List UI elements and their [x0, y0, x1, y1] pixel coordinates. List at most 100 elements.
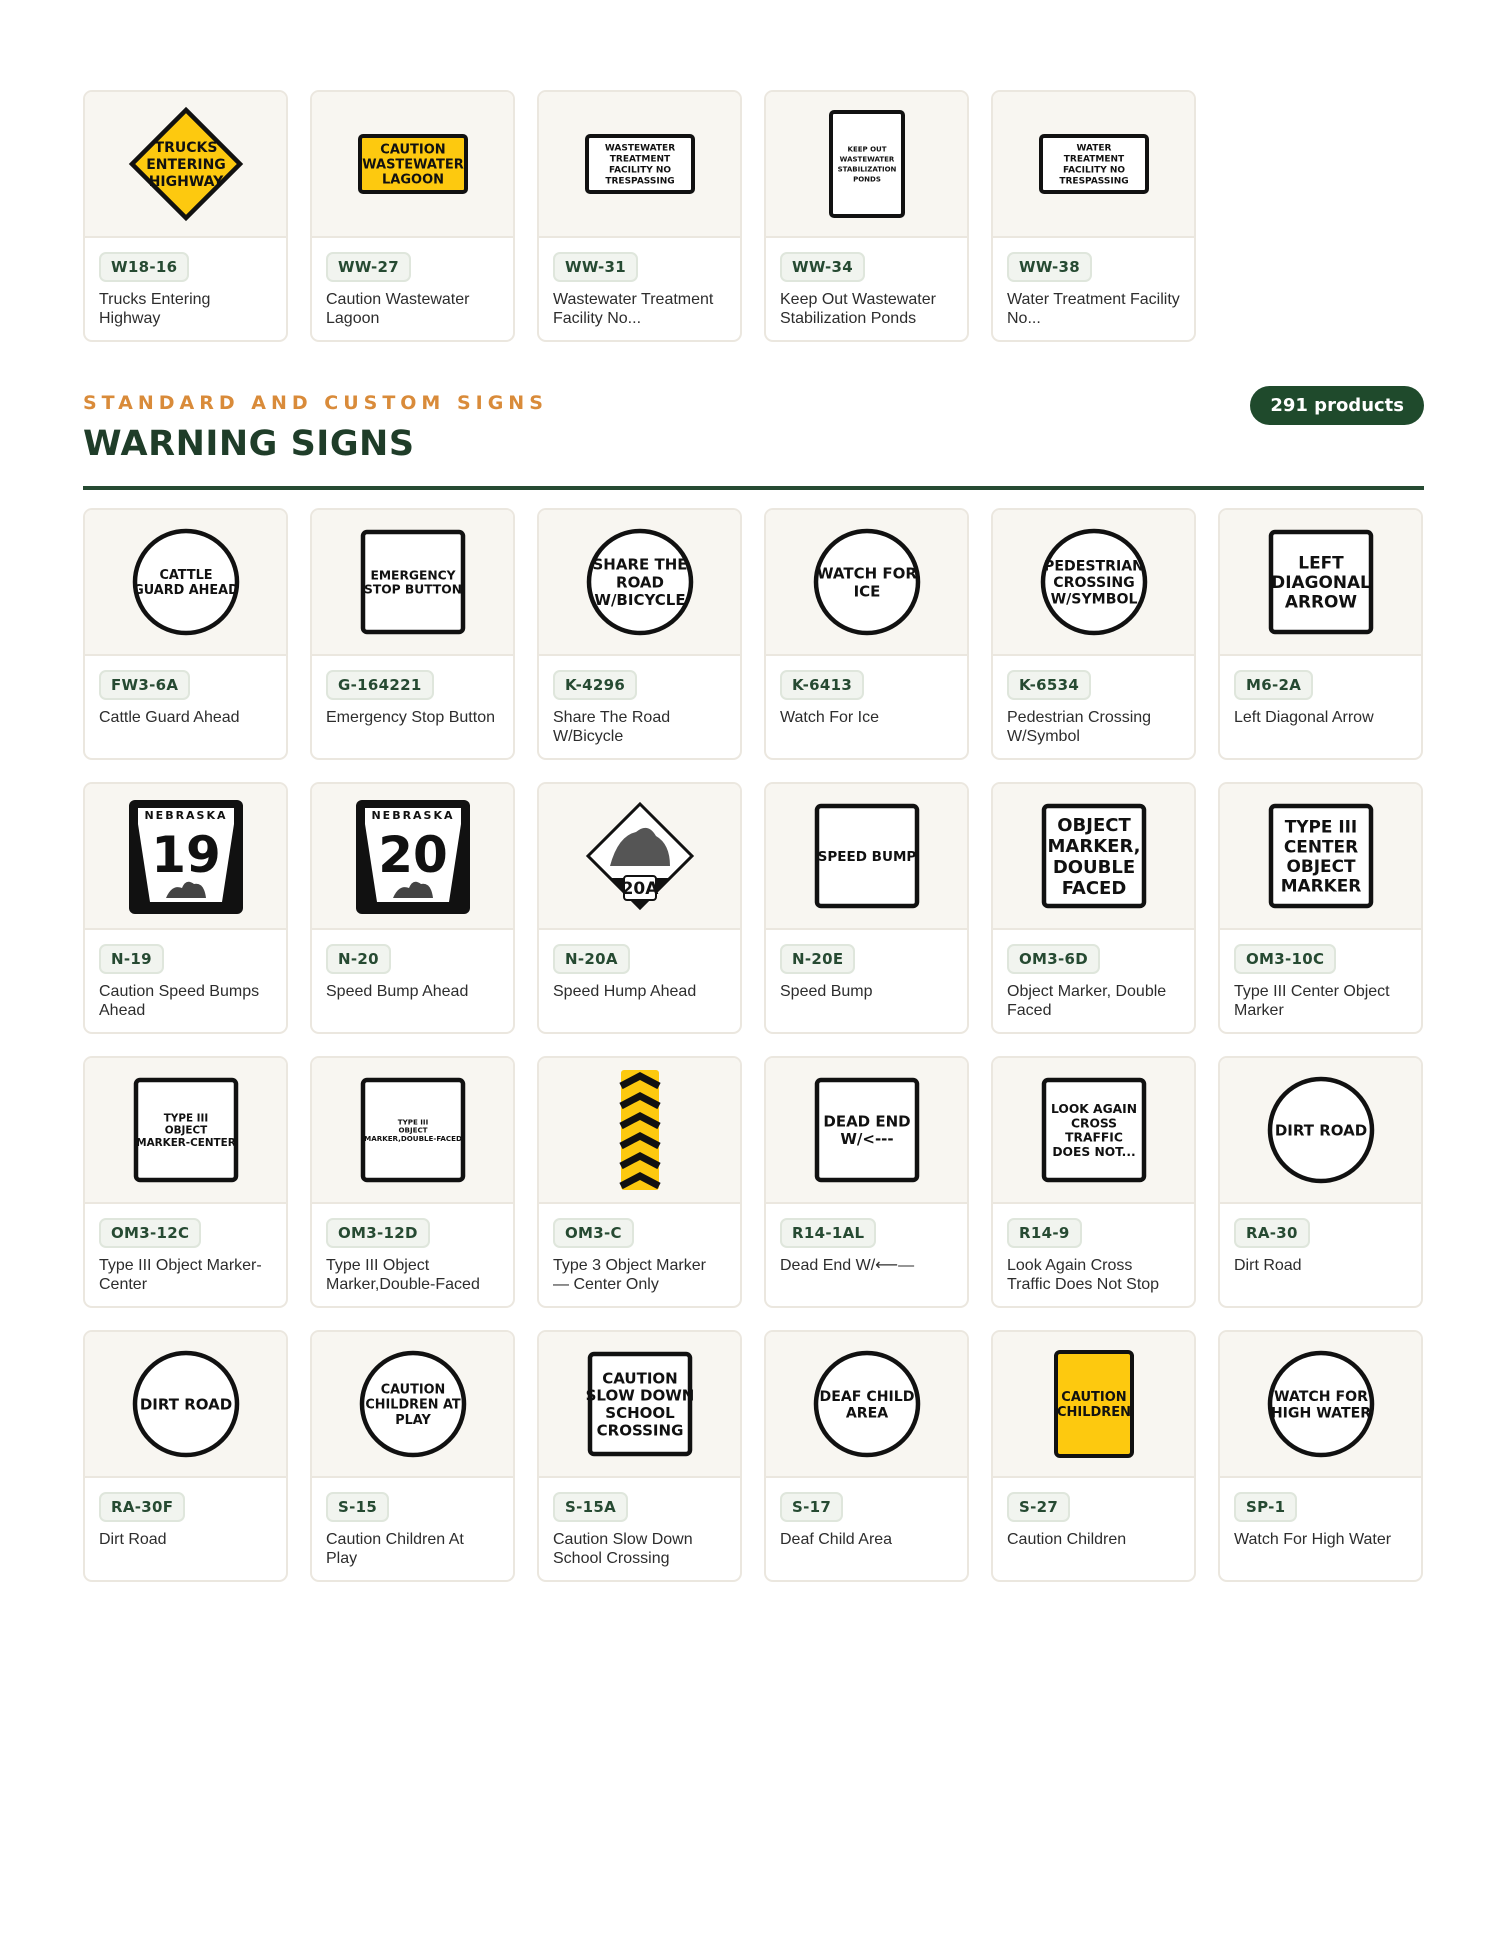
product-title[interactable]: Look Again Cross Traffic Does Not Stop: [1007, 1256, 1180, 1294]
product-code-badge: WW-38: [1007, 252, 1093, 282]
product-thumbnail[interactable]: CAUTION WASTEWATER LAGOON: [312, 92, 513, 238]
product-card[interactable]: EMERGENCY STOP BUTTON G-164221 Emergency St…: [310, 508, 515, 760]
product-thumbnail[interactable]: DIRT ROAD: [85, 1332, 286, 1478]
product-title[interactable]: Type III Center Object Marker: [1234, 982, 1407, 1020]
product-title[interactable]: Dead End W/⟵—: [780, 1256, 953, 1275]
product-thumbnail[interactable]: NEBRASKA 20: [312, 784, 513, 930]
product-thumbnail[interactable]: CATTLE GUARD AHEAD: [85, 510, 286, 656]
product-info: S-17 Deaf Child Area: [766, 1478, 967, 1549]
product-card[interactable]: KEEP OUT WASTEWATER STABILIZATION PONDS WW-3…: [764, 90, 969, 342]
product-card[interactable]: WATER TREATMENT FACILITY NO TRESPASSING WW-3…: [991, 90, 1196, 342]
product-code-badge: OM3-12C: [99, 1218, 202, 1248]
product-thumbnail[interactable]: WASTEWATER TREATMENT FACILITY NO TRESPASSIN…: [539, 92, 740, 238]
product-title[interactable]: Keep Out Wastewater Stabilization Ponds: [780, 290, 953, 328]
product-card[interactable]: SHARE THE ROAD W/BICYCLE K-4296 Share The Ro…: [537, 508, 742, 760]
product-thumbnail[interactable]: DEAF CHILD AREA: [766, 1332, 967, 1478]
product-thumbnail[interactable]: TYPE III OBJECT MARKER-CENTER: [85, 1058, 286, 1204]
product-title[interactable]: Share The Road W/Bicycle: [553, 708, 726, 746]
product-thumbnail[interactable]: LOOK AGAIN CROSS TRAFFIC DOES NOT...: [993, 1058, 1194, 1204]
sign-image: LOOK AGAINCROSSTRAFFICDOES NOT...: [1041, 1077, 1146, 1183]
product-thumbnail[interactable]: 20A: [539, 784, 740, 930]
product-thumbnail[interactable]: DIRT ROAD: [1220, 1058, 1421, 1204]
product-title[interactable]: Caution Slow Down School Crossing: [553, 1530, 726, 1568]
product-thumbnail[interactable]: EMERGENCY STOP BUTTON: [312, 510, 513, 656]
product-card[interactable]: TYPE III OBJECT MARKER,DOUBLE-FACED OM3-12D…: [310, 1056, 515, 1308]
product-card[interactable]: CAUTION WASTEWATER LAGOON WW-27 Caution Wast…: [310, 90, 515, 342]
product-card[interactable]: NEBRASKA 20 N-20 Speed Bump Ahead: [310, 782, 515, 1034]
product-thumbnail[interactable]: OBJECT MARKER, DOUBLE FACED: [993, 784, 1194, 930]
product-info: WW-38 Water Treatment Facility No...: [993, 238, 1194, 328]
product-card[interactable]: PEDESTRIAN CROSSING W/SYMBOL K-6534 Pedestri…: [991, 508, 1196, 760]
product-thumbnail[interactable]: LEFT DIAGONAL ARROW: [1220, 510, 1421, 656]
product-card[interactable]: OBJECT MARKER, DOUBLE FACED OM3-6D Object Mar…: [991, 782, 1196, 1034]
product-code-badge: W18-16: [99, 252, 190, 282]
product-thumbnail[interactable]: TYPE III CENTER OBJECT MARKER: [1220, 784, 1421, 930]
product-thumbnail[interactable]: WATCH FOR ICE: [766, 510, 967, 656]
product-code-badge: WW-27: [326, 252, 412, 282]
product-title[interactable]: Pedestrian Crossing W/Symbol: [1007, 708, 1180, 746]
product-card[interactable]: 20A N-20A Speed Hump Ahead: [537, 782, 742, 1034]
product-thumbnail[interactable]: WATCH FOR HIGH WATER: [1220, 1332, 1421, 1478]
product-title[interactable]: Trucks Entering Highway: [99, 290, 272, 328]
rect-sign-text: TREATMENT: [609, 155, 670, 165]
product-card[interactable]: DEAF CHILD AREA S-17 Deaf Child Area: [764, 1330, 969, 1582]
product-title[interactable]: Object Marker, Double Faced: [1007, 982, 1180, 1020]
product-title[interactable]: Dirt Road: [1234, 1256, 1407, 1275]
product-card[interactable]: CAUTION CHILDREN AT PLAY S-15 Caution Childr…: [310, 1330, 515, 1582]
product-card[interactable]: WATCH FOR HIGH WATER SP-1 Watch For High Wa…: [1218, 1330, 1423, 1582]
product-title[interactable]: Water Treatment Facility No...: [1007, 290, 1180, 328]
product-thumbnail[interactable]: TYPE III OBJECT MARKER,DOUBLE-FACED: [312, 1058, 513, 1204]
product-title[interactable]: Speed Bump: [780, 982, 953, 1001]
product-title[interactable]: Caution Wastewater Lagoon: [326, 290, 499, 328]
product-thumbnail[interactable]: WATER TREATMENT FACILITY NO TRESPASSING: [993, 92, 1194, 238]
product-title[interactable]: Type III Object Marker-Center: [99, 1256, 272, 1294]
product-title[interactable]: Speed Bump Ahead: [326, 982, 499, 1001]
product-thumbnail[interactable]: [539, 1058, 740, 1204]
product-thumbnail[interactable]: KEEP OUT WASTEWATER STABILIZATION PONDS: [766, 92, 967, 238]
product-thumbnail[interactable]: DEAD END W/<---: [766, 1058, 967, 1204]
product-thumbnail[interactable]: SHARE THE ROAD W/BICYCLE: [539, 510, 740, 656]
product-card[interactable]: OM3-C Type 3 Object Marker — Center Only: [537, 1056, 742, 1308]
circle-sign-text: DIRT ROAD: [139, 1395, 231, 1413]
product-card[interactable]: SPEED BUMP N-20E Speed Bump: [764, 782, 969, 1034]
product-card[interactable]: DIRT ROAD RA-30 Dirt Road: [1218, 1056, 1423, 1308]
product-card[interactable]: CAUTION SLOW DOWN SCHOOL CROSSING S-15A Cauti…: [537, 1330, 742, 1582]
product-title[interactable]: Speed Hump Ahead: [553, 982, 726, 1001]
product-title[interactable]: Cattle Guard Ahead: [99, 708, 272, 727]
product-thumbnail[interactable]: CAUTION SLOW DOWN SCHOOL CROSSING: [539, 1332, 740, 1478]
product-title[interactable]: Wastewater Treatment Facility No...: [553, 290, 726, 328]
product-thumbnail[interactable]: TRUCKS ENTERING HIGHWAY: [85, 92, 286, 238]
product-title[interactable]: Caution Speed Bumps Ahead: [99, 982, 272, 1020]
product-card[interactable]: LEFT DIAGONAL ARROW M6-2A Left Diagonal Arro…: [1218, 508, 1423, 760]
product-title[interactable]: Watch For Ice: [780, 708, 953, 727]
product-title[interactable]: Dirt Road: [99, 1530, 272, 1549]
product-thumbnail[interactable]: PEDESTRIAN CROSSING W/SYMBOL: [993, 510, 1194, 656]
product-card[interactable]: DIRT ROAD RA-30F Dirt Road: [83, 1330, 288, 1582]
product-card[interactable]: WATCH FOR ICE K-6413 Watch For Ice: [764, 508, 969, 760]
product-title[interactable]: Caution Children At Play: [326, 1530, 499, 1568]
product-thumbnail[interactable]: SPEED BUMP: [766, 784, 967, 930]
product-title[interactable]: Watch For High Water: [1234, 1530, 1407, 1549]
product-card[interactable]: TRUCKS ENTERING HIGHWAY W18-16 Trucks Enteri…: [83, 90, 288, 342]
product-title[interactable]: Emergency Stop Button: [326, 708, 499, 727]
product-card[interactable]: LOOK AGAIN CROSS TRAFFIC DOES NOT... R14-9 Lo…: [991, 1056, 1196, 1308]
product-title[interactable]: Caution Children: [1007, 1530, 1180, 1549]
product-card[interactable]: CATTLE GUARD AHEAD FW3-6A Cattle Guard Ahea…: [83, 508, 288, 760]
section-eyebrow: STANDARD AND CUSTOM SIGNS: [83, 392, 548, 414]
product-title[interactable]: Type 3 Object Marker — Center Only: [553, 1256, 726, 1294]
product-card[interactable]: WASTEWATER TREATMENT FACILITY NO TRESPASSIN…: [537, 90, 742, 342]
product-card[interactable]: NEBRASKA 19 N-19 Caution Speed Bumps Ahead: [83, 782, 288, 1034]
product-card[interactable]: TYPE III CENTER OBJECT MARKER OM3-10C Type II…: [1218, 782, 1423, 1034]
product-title[interactable]: Left Diagonal Arrow: [1234, 708, 1407, 727]
sign-image: CATTLEGUARD AHEAD: [132, 528, 239, 636]
product-info: K-6413 Watch For Ice: [766, 656, 967, 727]
product-card[interactable]: DEAD END W/<--- R14-1AL Dead End W/⟵—: [764, 1056, 969, 1308]
product-thumbnail[interactable]: CAUTION CHILDREN AT PLAY: [312, 1332, 513, 1478]
product-thumbnail[interactable]: NEBRASKA 19: [85, 784, 286, 930]
product-title[interactable]: Deaf Child Area: [780, 1530, 953, 1549]
product-card[interactable]: CAUTION CHILDREN S-27 Caution Children: [991, 1330, 1196, 1582]
sign-image: CAUTIONSLOW DOWNSCHOOLCROSSING: [585, 1351, 694, 1457]
product-title[interactable]: Type III Object Marker,Double-Faced: [326, 1256, 499, 1294]
product-thumbnail[interactable]: CAUTION CHILDREN: [993, 1332, 1194, 1478]
product-card[interactable]: TYPE III OBJECT MARKER-CENTER OM3-12C Type I…: [83, 1056, 288, 1308]
